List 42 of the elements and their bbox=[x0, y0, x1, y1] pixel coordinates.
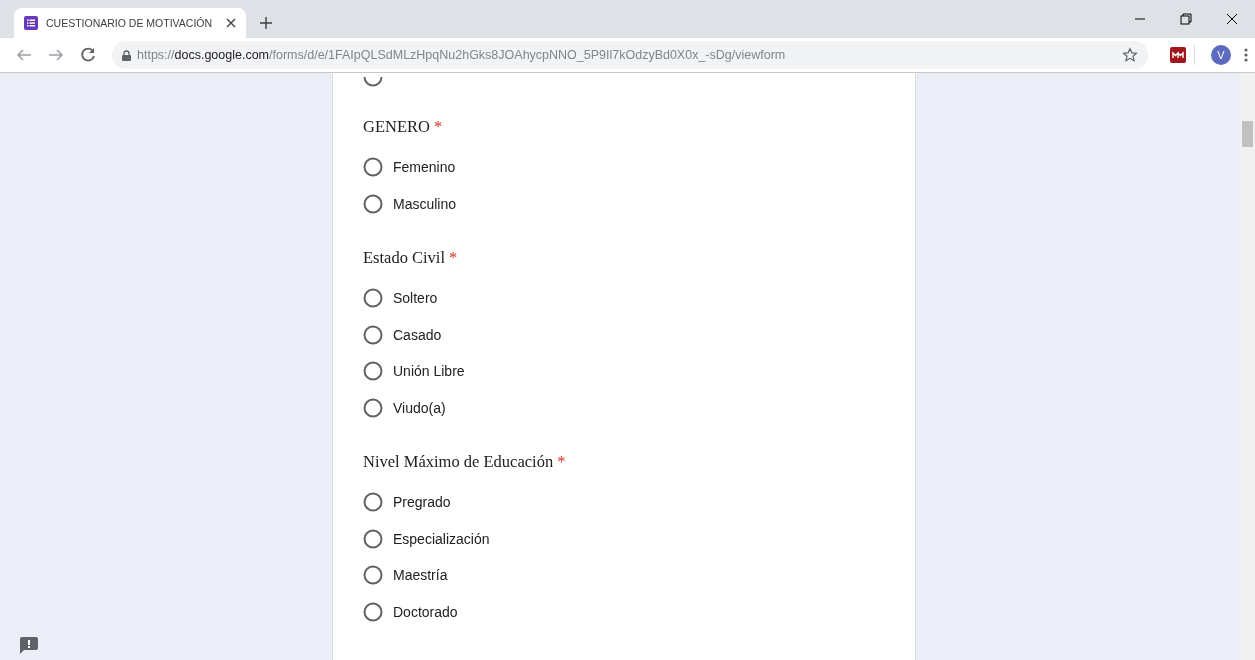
option-label[interactable]: Pregrado bbox=[393, 494, 451, 511]
radio-button[interactable] bbox=[363, 397, 383, 418]
menu-icon[interactable] bbox=[1243, 47, 1249, 63]
new-tab-icon[interactable] bbox=[260, 17, 272, 29]
option-label[interactable]: Viudo(a) bbox=[393, 399, 446, 416]
option-label[interactable]: Especialización bbox=[393, 530, 490, 547]
radio-button[interactable] bbox=[363, 324, 383, 345]
feedback-icon[interactable] bbox=[20, 637, 38, 654]
option-label[interactable]: Masculino bbox=[393, 195, 457, 212]
option-label[interactable]: Femenino bbox=[393, 159, 456, 176]
scrollbar[interactable] bbox=[1240, 73, 1255, 660]
required-asterisk: * bbox=[449, 248, 458, 268]
radio-button[interactable] bbox=[363, 601, 383, 622]
radio-button[interactable] bbox=[363, 565, 383, 586]
radio-button[interactable] bbox=[363, 528, 383, 549]
forms-icon bbox=[24, 16, 38, 30]
option-label[interactable]: Unión Libre bbox=[393, 363, 465, 380]
lock-icon bbox=[122, 49, 131, 61]
question-title: Nivel Máximo de Educación bbox=[363, 452, 554, 472]
required-asterisk: * bbox=[433, 117, 443, 137]
radio-button[interactable] bbox=[363, 77, 383, 87]
question-title: Estado Civil bbox=[363, 248, 446, 268]
question-title: GENERO bbox=[363, 117, 430, 137]
option-label[interactable]: Casado bbox=[393, 326, 442, 343]
option-label[interactable]: Soltero bbox=[393, 290, 438, 307]
radio-button[interactable] bbox=[363, 193, 383, 214]
extension-icon[interactable] bbox=[1170, 47, 1186, 63]
radio-button[interactable] bbox=[363, 361, 383, 382]
radio-button[interactable] bbox=[363, 288, 383, 309]
url-text: https://docs.google.com/forms/d/e/1FAIpQLSdMLzHpqNu2hGks8JOAhycpNNO_5P9Il7kOdzyBd0X0x_-sDg/viewform bbox=[137, 48, 786, 62]
browser-tab[interactable]: CUESTIONARIO DE MOTIVACIÓN bbox=[14, 8, 246, 38]
option-label[interactable]: Maestría bbox=[393, 567, 448, 584]
option-label[interactable]: Doctorado bbox=[393, 603, 458, 620]
radio-button[interactable] bbox=[363, 157, 383, 178]
scrollbar-thumb[interactable] bbox=[1242, 121, 1253, 147]
tab-title: CUESTIONARIO DE MOTIVACIÓN bbox=[46, 17, 214, 29]
profile-avatar[interactable]: V bbox=[1211, 45, 1231, 65]
close-icon[interactable] bbox=[226, 18, 236, 28]
radio-button[interactable] bbox=[363, 492, 383, 513]
required-asterisk: * bbox=[557, 452, 566, 472]
star-icon[interactable] bbox=[1122, 47, 1138, 63]
address-bar[interactable]: https://docs.google.com/forms/d/e/1FAIpQLSdMLzHpqNu2hGks8JOAhycpNNO_5P9Il7kOdzyBd0X0x_-sDg/viewform bbox=[112, 41, 1148, 69]
